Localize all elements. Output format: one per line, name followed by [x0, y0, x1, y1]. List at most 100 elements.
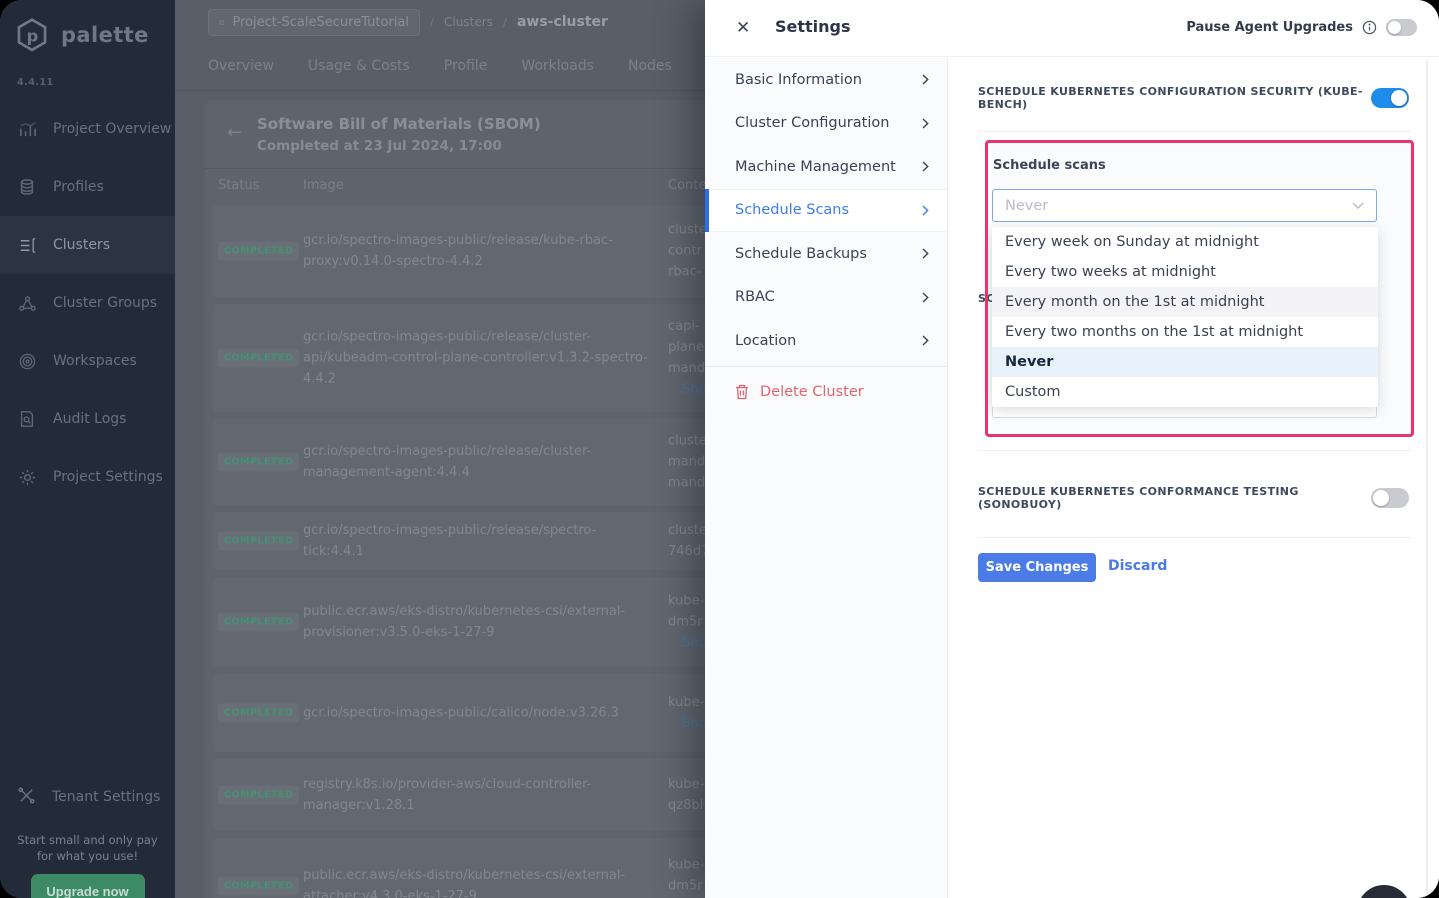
menu-item-schedule-scans[interactable]: Schedule Scans: [705, 189, 947, 233]
pause-agent-upgrades: Pause Agent Upgrades: [1186, 19, 1417, 36]
sidebar-item-label: Audit Logs: [53, 411, 126, 427]
option-custom[interactable]: Custom: [992, 377, 1378, 407]
back-arrow-icon[interactable]: ←: [227, 122, 242, 143]
sidebar: p palette 4.4.11 Project Overview Profil…: [0, 0, 175, 898]
sonobuoy-toggle[interactable]: [1371, 488, 1409, 508]
schedule-scans-content: SCHEDULE KUBERNETES CONFIGURATION SECURI…: [948, 58, 1439, 898]
chevron-right-icon: [922, 335, 929, 346]
menu-item-label: Cluster Configuration: [735, 115, 889, 131]
sidebar-item-clusters[interactable]: Clusters: [0, 216, 175, 274]
sidebar-nav: Project Overview Profiles Clusters Clust…: [0, 100, 175, 506]
tools-icon: [17, 786, 36, 809]
toggle-knob: [1388, 21, 1401, 34]
table-row: COMPLETED gcr.io/spectro-images-public/r…: [213, 419, 761, 505]
palette-logo-icon: p: [13, 16, 51, 54]
menu-item-location[interactable]: Location: [705, 319, 947, 363]
nodes-icon: [17, 293, 37, 313]
trash-icon: [735, 384, 749, 400]
image-name: gcr.io/spectro-images-public/release/clu…: [303, 327, 655, 390]
chevron-right-icon: [922, 205, 929, 216]
sidebar-item-workspaces[interactable]: Workspaces: [0, 332, 175, 390]
option-every-week[interactable]: Every week on Sunday at midnight: [992, 227, 1378, 257]
breadcrumb-clusters[interactable]: Clusters: [444, 15, 493, 29]
settings-panel-header: ✕ Settings Pause Agent Upgrades: [705, 0, 1439, 57]
option-every-month[interactable]: Every month on the 1st at midnight: [992, 287, 1378, 317]
sidebar-footer: Tenant Settings Start small and only pay…: [0, 770, 175, 898]
pause-agent-label: Pause Agent Upgrades: [1186, 20, 1353, 35]
pause-agent-toggle[interactable]: [1386, 19, 1417, 36]
sbom-subtitle: Completed at 23 Jul 2024, 17:00: [257, 138, 502, 154]
chart-icon: [17, 119, 37, 139]
menu-item-machine-management[interactable]: Machine Management: [705, 145, 947, 189]
option-never[interactable]: Never: [992, 347, 1378, 377]
chevron-right-icon: [922, 161, 929, 172]
status-badge: COMPLETED: [218, 349, 299, 368]
divider: [205, 168, 761, 169]
tab-workloads[interactable]: Workloads: [521, 58, 594, 74]
gear-icon: [17, 467, 37, 487]
sbom-title: Software Bill of Materials (SBOM): [257, 115, 541, 133]
sidebar-item-audit-logs[interactable]: Audit Logs: [0, 390, 175, 448]
close-icon[interactable]: ✕: [736, 16, 750, 40]
sidebar-item-label: Tenant Settings: [52, 789, 160, 805]
menu-item-label: Machine Management: [735, 159, 896, 175]
column-header-status: Status: [218, 178, 259, 193]
save-changes-button[interactable]: Save Changes: [978, 553, 1096, 582]
select-value: Never: [1005, 198, 1048, 214]
option-every-two-weeks[interactable]: Every two weeks at midnight: [992, 257, 1378, 287]
panel-scrollbar[interactable]: [1426, 60, 1428, 898]
sidebar-item-profiles[interactable]: Profiles: [0, 158, 175, 216]
option-every-two-months[interactable]: Every two months on the 1st at midnight: [992, 317, 1378, 347]
sidebar-item-label: Project Overview: [53, 121, 171, 137]
schedule-scans-select[interactable]: Never: [992, 189, 1377, 222]
sidebar-item-project-settings[interactable]: Project Settings: [0, 448, 175, 506]
sidebar-item-cluster-groups[interactable]: Cluster Groups: [0, 274, 175, 332]
breadcrumb-separator: /: [430, 15, 434, 29]
project-selector-chip[interactable]: Project-ScaleSecureTutorial: [208, 9, 420, 36]
info-icon[interactable]: [1362, 20, 1377, 35]
schedule-scans-field-label: Schedule scans: [993, 158, 1106, 173]
promo-line: for what you use!: [37, 849, 138, 863]
project-name: Project-ScaleSecureTutorial: [232, 15, 409, 30]
chevron-right-icon: [922, 74, 929, 85]
upgrade-now-button[interactable]: Upgrade now: [31, 874, 145, 898]
status-badge: COMPLETED: [218, 786, 299, 805]
tab-usage-costs[interactable]: Usage & Costs: [308, 58, 410, 74]
settings-menu: Basic Information Cluster Configuration …: [705, 58, 948, 898]
tab-profile[interactable]: Profile: [444, 58, 488, 74]
menu-item-schedule-backups[interactable]: Schedule Backups: [705, 232, 947, 276]
tab-overview[interactable]: Overview: [208, 58, 274, 74]
schedule-options-dropdown: Every week on Sunday at midnight Every t…: [992, 227, 1378, 407]
sidebar-item-tenant-settings[interactable]: Tenant Settings: [0, 770, 175, 824]
table-row: COMPLETED gcr.io/spectro-images-public/c…: [213, 674, 761, 752]
status-badge: COMPLETED: [218, 613, 299, 632]
delete-cluster-label: Delete Cluster: [760, 384, 864, 400]
palette-logo[interactable]: p palette: [0, 0, 175, 54]
project-chip-icon: [219, 15, 224, 30]
menu-item-label: Schedule Backups: [735, 246, 867, 262]
image-name: public.ecr.aws/eks-distro/kubernetes-csi…: [303, 865, 655, 898]
kube-bench-toggle[interactable]: [1371, 88, 1409, 108]
divider: [978, 537, 1411, 538]
menu-item-label: Basic Information: [735, 72, 862, 88]
menu-item-cluster-configuration[interactable]: Cluster Configuration: [705, 102, 947, 146]
sbom-table-body: COMPLETED gcr.io/spectro-images-public/r…: [213, 205, 761, 898]
layers-icon: [17, 177, 37, 197]
status-badge: COMPLETED: [218, 877, 299, 896]
image-name: gcr.io/spectro-images-public/release/clu…: [303, 441, 655, 483]
settings-title: Settings: [775, 17, 851, 36]
menu-item-rbac[interactable]: RBAC: [705, 276, 947, 320]
chevron-right-icon: [922, 248, 929, 259]
sidebar-item-label: Profiles: [53, 179, 104, 195]
discard-button[interactable]: Discard: [1108, 558, 1167, 574]
delete-cluster-button[interactable]: Delete Cluster: [705, 367, 947, 417]
table-row: COMPLETED public.ecr.aws/eks-distro/kube…: [213, 838, 761, 898]
image-name: gcr.io/spectro-images-public/calico/node…: [303, 703, 655, 724]
sidebar-item-project-overview[interactable]: Project Overview: [0, 100, 175, 158]
app-window: p palette 4.4.11 Project Overview Profil…: [0, 0, 1439, 898]
image-name: gcr.io/spectro-images-public/release/spe…: [303, 520, 655, 562]
tab-nodes[interactable]: Nodes: [628, 58, 672, 74]
menu-item-basic-information[interactable]: Basic Information: [705, 58, 947, 102]
status-badge: COMPLETED: [218, 453, 299, 472]
image-name: gcr.io/spectro-images-public/release/kub…: [303, 230, 655, 272]
